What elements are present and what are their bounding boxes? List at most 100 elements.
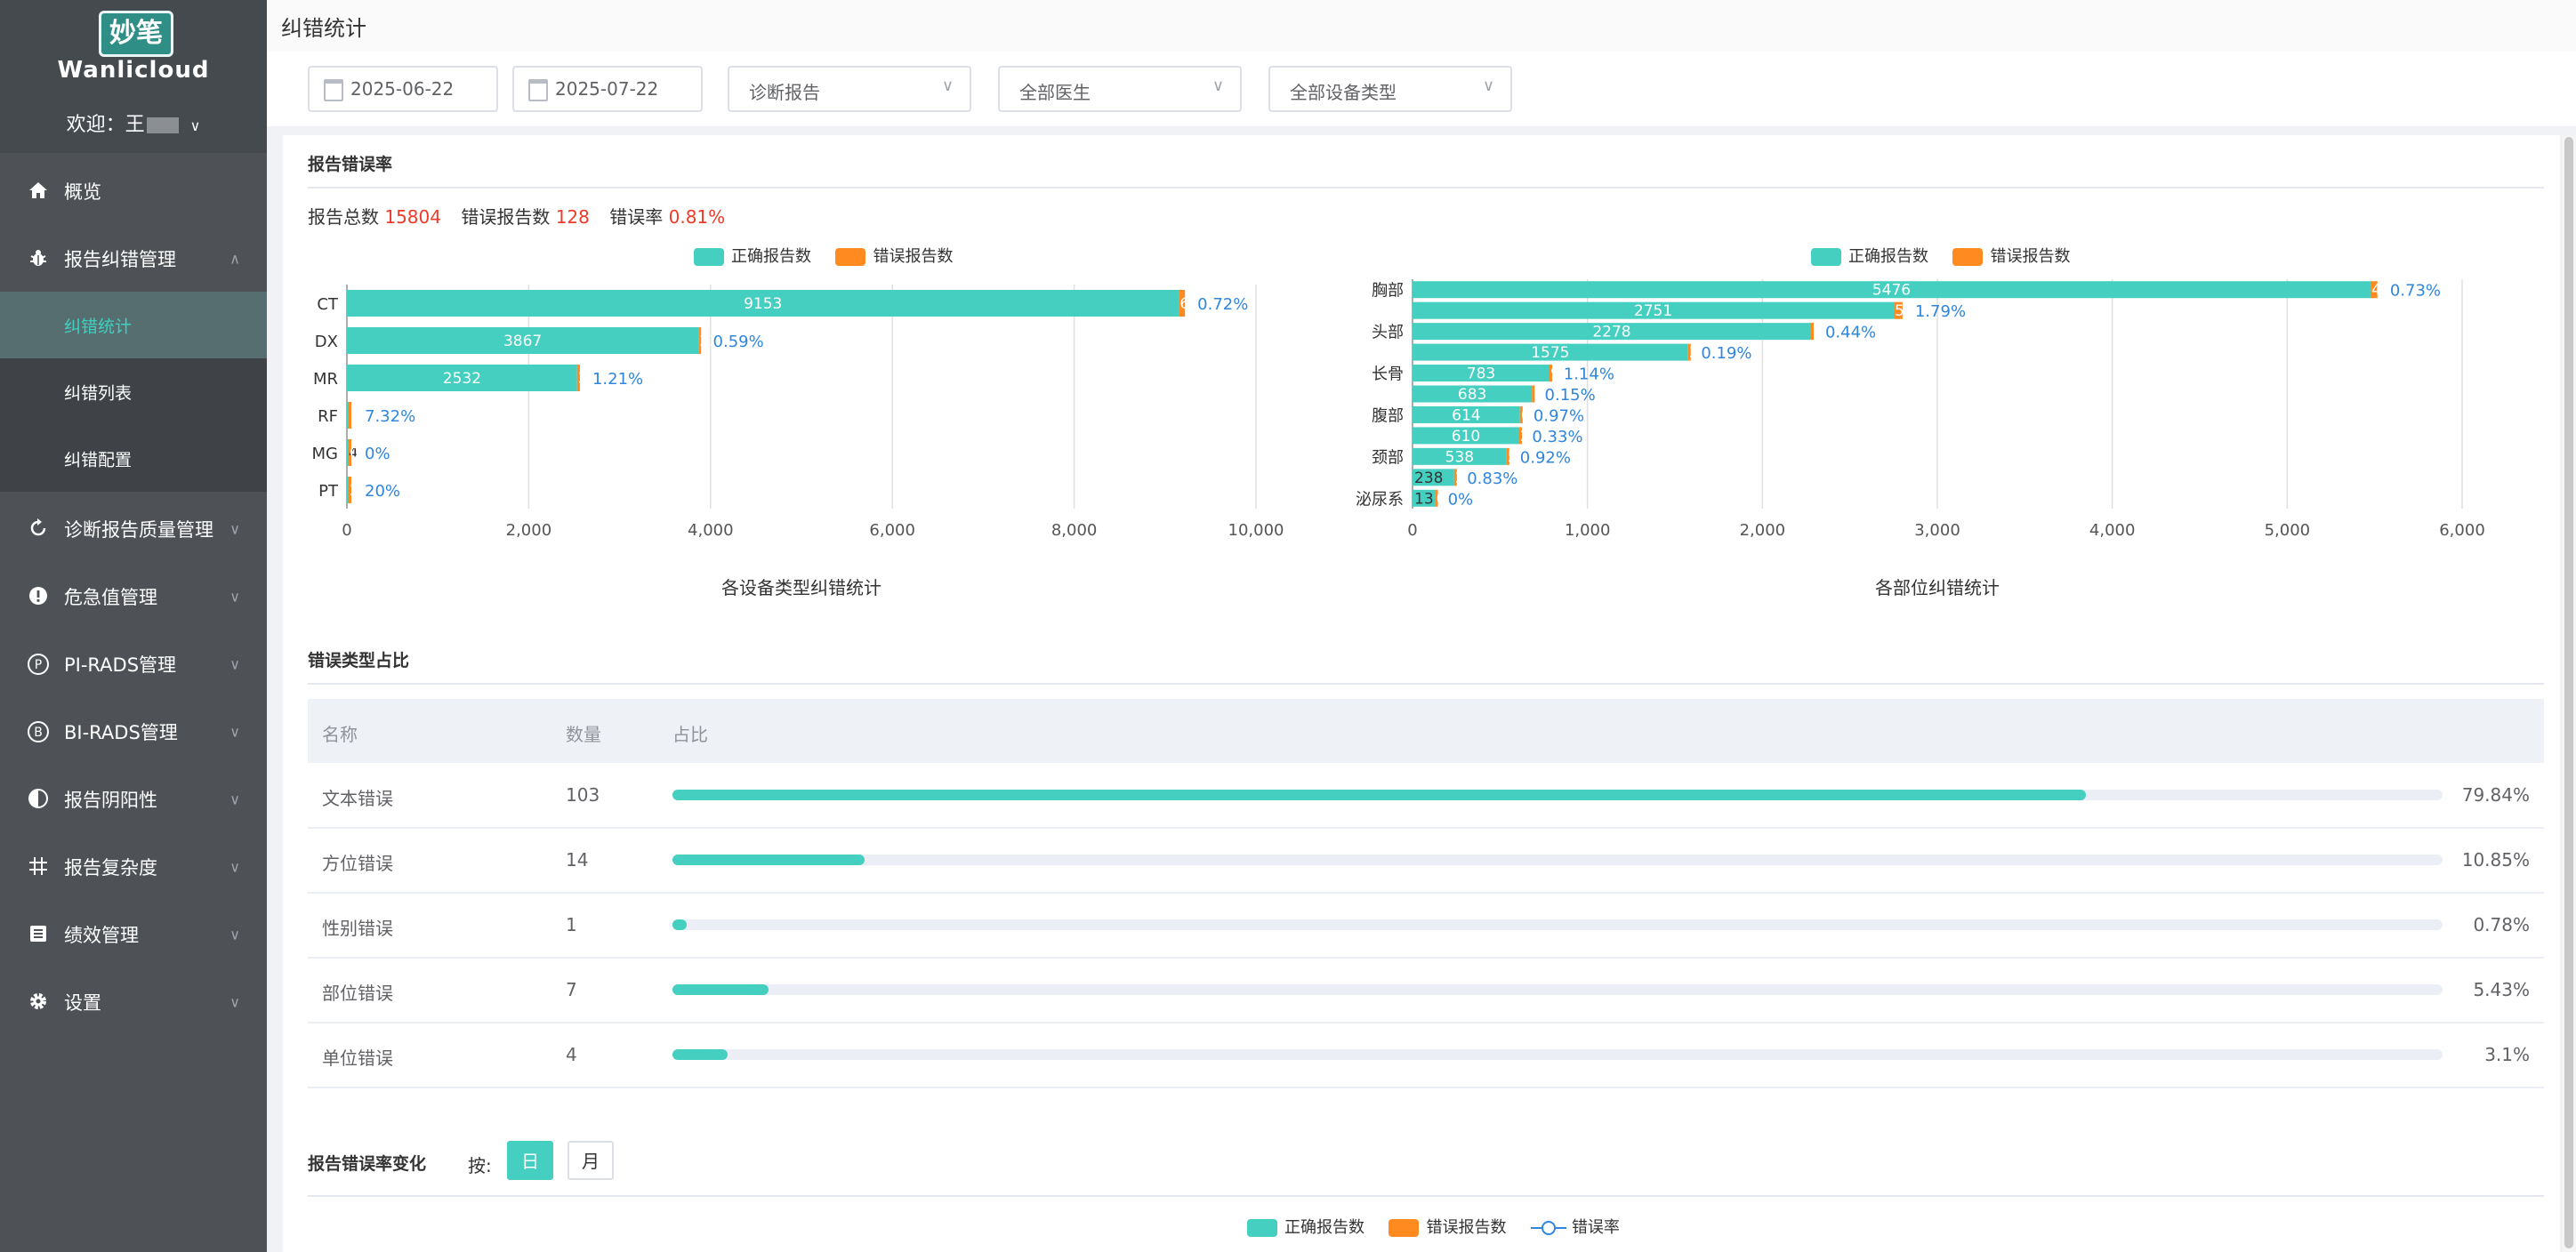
sidebar-item-bi-rads[interactable]: B BI-RADS管理 ∨ (0, 699, 267, 765)
body-part-category-label: 胸部 (1372, 282, 1404, 301)
device-value-label-error: 66 (1179, 295, 1199, 313)
body-part-value-label-correct: 1575 (1531, 344, 1569, 362)
error-type-name: 方位错误 (322, 853, 393, 874)
device-type-select[interactable]: 全部设备类型 ∨ (1268, 66, 1512, 112)
legend-item-correct[interactable]: 正确报告数 (694, 247, 811, 266)
device-type-chart: 0 2,000 4,000 6,000 8,000 10,000 CT 9153 660.72%… (312, 285, 1284, 598)
sidebar-item-overview[interactable]: 概览 (0, 158, 267, 224)
body-part-rate-label: 0.97% (1534, 406, 1584, 425)
legend-item-error[interactable]: 错误报告数 (835, 247, 953, 266)
device-category-label: RF (318, 407, 338, 426)
sidebar-item-label: 报告复杂度 (64, 857, 157, 879)
sidebar-item-pi-rads[interactable]: P PI-RADS管理 ∨ (0, 631, 267, 697)
sidebar-item-label: 设置 (64, 992, 101, 1014)
body-part-rate-label: 0.83% (1467, 470, 1517, 488)
error-type-count: 7 (566, 979, 577, 1000)
body-part-rate-label: 0.73% (2390, 282, 2441, 301)
body-part-chart-title: 各部位纠错统计 (1875, 577, 2000, 598)
error-type-count: 4 (566, 1044, 577, 1065)
sidebar-subitem-correction-list[interactable]: 纠错列表 (0, 358, 267, 425)
sidebar-subitem-correction-stats[interactable]: 纠错统计 (0, 292, 267, 358)
body-part-value-label-error: 0 (1437, 490, 1446, 508)
ratio-progress-track (672, 790, 2443, 800)
error-type-name: 性别错误 (322, 918, 393, 939)
report-type-value: 诊断报告 (749, 82, 820, 103)
body-part-value-label-error: 4 (2371, 282, 2381, 300)
sidebar-item-critical[interactable]: 危急值管理 ∨ (0, 564, 267, 630)
body-part-rate-label: 0% (1448, 490, 1474, 509)
error-type-name: 单位错误 (322, 1047, 393, 1069)
page-title: 纠错统计 (281, 16, 366, 41)
scrollbar-thumb[interactable] (2564, 137, 2573, 1248)
sidebar-item-quality[interactable]: 诊断报告质量管理 ∨ (0, 496, 267, 562)
body-part-chart: 0 1,000 2,000 3,000 4,000 5,000 6,000 胸部 5476 4 0.… (1356, 279, 2485, 598)
welcome-text: 欢迎：王 (66, 114, 145, 136)
device-rate-label: 0% (365, 445, 390, 463)
svg-text:P: P (35, 658, 42, 672)
doctor-select[interactable]: 全部医生 ∨ (998, 66, 1242, 112)
sidebar-item-report-correction[interactable]: 报告纠错管理 ∧ (0, 226, 267, 292)
x-tick-label: 0 (342, 521, 351, 540)
x-tick-label: 2,000 (1740, 521, 1786, 540)
ratio-progress-fill (672, 855, 865, 865)
filter-bar: 2025-06-22 2025-07-22 诊断报告 ∨ 全部医生 ∨ 全部设备… (267, 52, 2576, 126)
home-icon (27, 180, 50, 203)
body-part-value-label-correct: 5476 (1872, 282, 1911, 300)
top-bar: 纠错统计 (267, 0, 2576, 52)
device-value-label-correct: 3867 (503, 333, 542, 350)
legend-label: 正确报告数 (731, 247, 811, 266)
device-category-label: PT (318, 482, 339, 501)
p-circle-icon: P (27, 653, 50, 676)
body-part-value-label-correct: 13 (1414, 490, 1434, 508)
grid-icon (27, 855, 50, 879)
legend-label: 正确报告数 (1284, 1218, 1364, 1237)
end-date-picker[interactable]: 2025-07-22 (512, 66, 703, 112)
sidebar-item-label: 报告纠错管理 (64, 249, 176, 270)
ratio-progress-track (672, 1049, 2443, 1060)
device-chart-title: 各设备类型纠错统计 (721, 577, 881, 598)
brand-area: 妙笔 Wanlicloud 欢迎：王 ∨ (0, 0, 267, 153)
chevron-down-icon: ∨ (229, 723, 240, 741)
group-by-month-button[interactable]: 月 (568, 1141, 614, 1180)
error-count-label: 错误报告数 (461, 206, 551, 228)
chevron-down-icon: ∨ (229, 926, 240, 943)
sidebar-item-performance[interactable]: 绩效管理 ∨ (0, 902, 267, 967)
sidebar-item-settings[interactable]: 设置 ∨ (0, 969, 267, 1035)
error-type-ratio: 0.78% (2473, 914, 2530, 935)
legend-item-error[interactable]: 错误报告数 (1952, 247, 2070, 266)
chevron-down-icon: ∨ (941, 76, 954, 95)
sidebar-item-label: 危急值管理 (64, 587, 157, 608)
table-row: 单位错误 4 3.1% (308, 1023, 2544, 1088)
svg-text:B: B (34, 726, 43, 740)
ratio-progress-fill (672, 790, 2086, 800)
refresh-icon (27, 518, 50, 541)
calendar-icon (324, 79, 343, 101)
section-divider (308, 683, 2544, 685)
body-part-value-label-correct: 238 (1414, 470, 1443, 487)
user-menu[interactable]: 欢迎：王 ∨ (0, 108, 267, 137)
error-type-count: 1 (566, 914, 577, 935)
chevron-down-icon: ∨ (229, 993, 240, 1011)
body-part-value-label-error: 3 (1689, 344, 1699, 362)
legend-item-correct[interactable]: 正确报告数 (1247, 1218, 1364, 1237)
sidebar: 妙笔 Wanlicloud 欢迎：王 ∨ 概览 报告纠错管理 ∧ 纠错统计 纠错… (0, 0, 267, 1252)
start-date-picker[interactable]: 2025-06-22 (308, 66, 498, 112)
legend-item-correct[interactable]: 正确报告数 (1811, 247, 1928, 266)
legend-item-error[interactable]: 错误报告数 (1389, 1218, 1506, 1237)
legend-item-rate[interactable]: 错误率 (1530, 1218, 1620, 1237)
trend-chart-legend: 正确报告数 错误报告数 错误率 (1247, 1215, 1620, 1238)
start-date-value: 2025-06-22 (350, 78, 455, 100)
error-type-ratio: 5.43% (2473, 979, 2530, 1000)
device-bar-correct (347, 477, 349, 503)
b-circle-icon: B (27, 720, 50, 743)
report-type-select[interactable]: 诊断报告 ∨ (728, 66, 971, 112)
section-divider (308, 187, 2544, 189)
sidebar-item-positivity[interactable]: 报告阴阳性 ∨ (0, 766, 267, 832)
sidebar-subitem-label: 纠错统计 (64, 317, 133, 336)
group-by-day-button[interactable]: 日 (507, 1141, 553, 1180)
device-category-label: DX (315, 333, 338, 351)
total-label: 报告总数 (308, 206, 379, 228)
sidebar-item-label: 诊断报告质量管理 (64, 519, 213, 541)
sidebar-subitem-correction-config[interactable]: 纠错配置 (0, 425, 267, 492)
sidebar-item-complexity[interactable]: 报告复杂度 ∨ (0, 834, 267, 900)
